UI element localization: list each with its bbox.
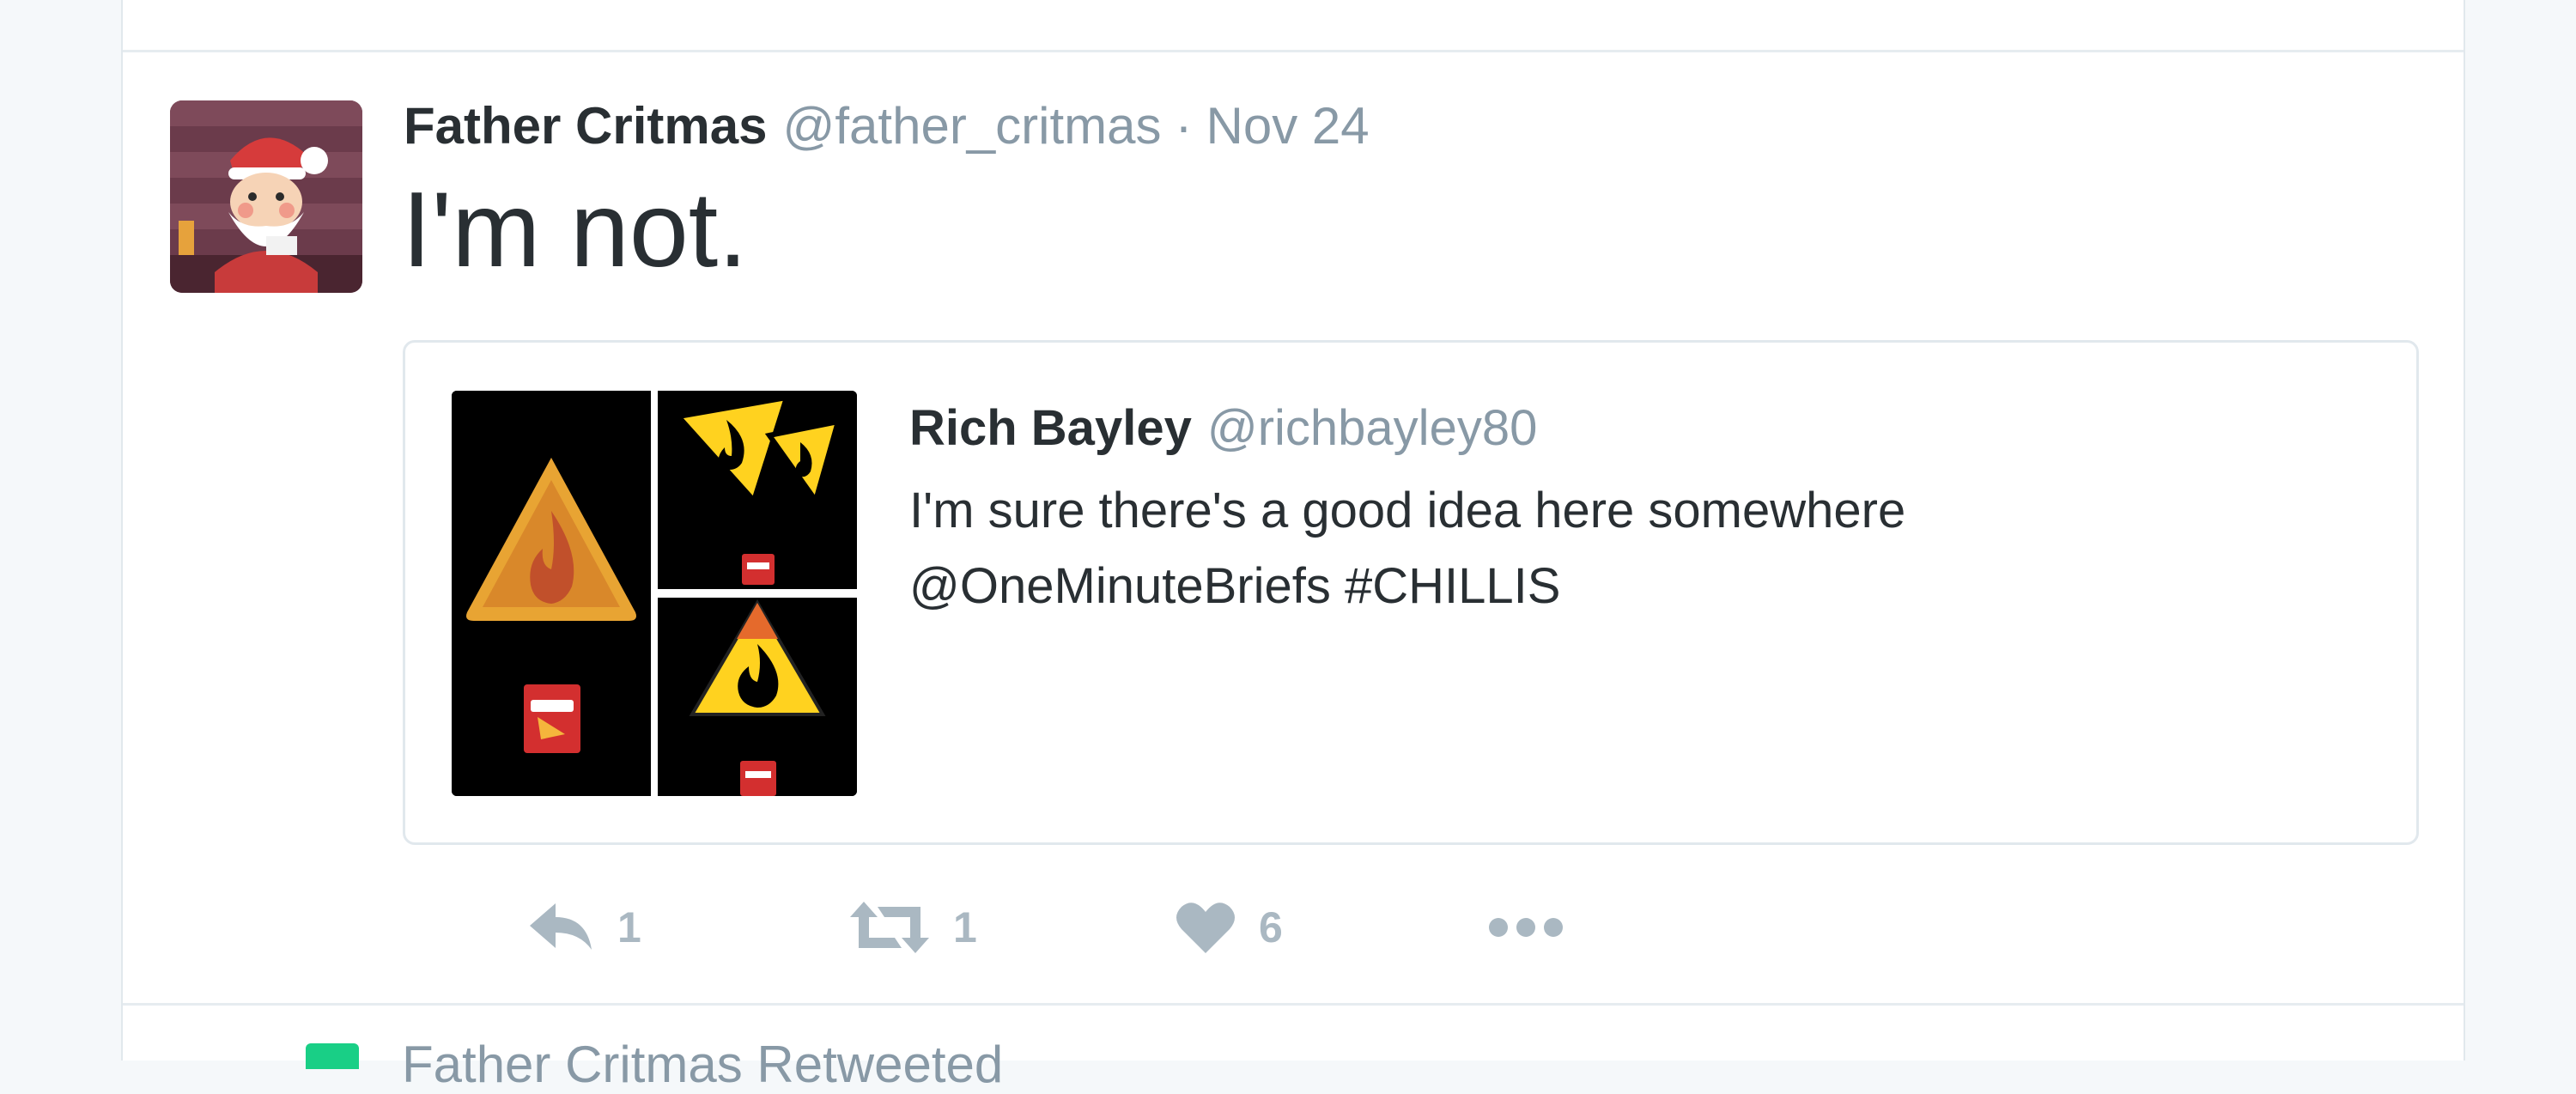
header-separator: ·	[1175, 97, 1193, 155]
quoted-tweet-card[interactable]: Rich Bayley @richbayley80 I'm sure there…	[403, 340, 2419, 845]
tweet-divider-top	[123, 50, 2464, 52]
quoted-author-username[interactable]: @richbayley80	[1207, 399, 1538, 457]
next-tweet-retweet-label[interactable]: Father Critmas Retweeted	[402, 1035, 1003, 1094]
santa-avatar[interactable]	[170, 100, 362, 293]
flame-warning-sign-image[interactable]	[658, 598, 857, 796]
quoted-tweet-text: I'm sure there's a good idea here somewh…	[909, 473, 2283, 624]
like-button[interactable]: 6	[1175, 884, 1283, 970]
santa-avatar-icon	[170, 100, 362, 293]
timeline-column: Father Critmas @father_critmas · Nov 24 …	[121, 0, 2465, 1093]
author-username[interactable]: @father_critmas	[782, 96, 1161, 155]
quoted-text-line-2[interactable]: @OneMinuteBriefs #CHILLIS	[909, 549, 2283, 624]
like-count: 6	[1259, 903, 1283, 951]
retweet-button[interactable]: 1	[848, 884, 977, 970]
quoted-author-fullname[interactable]: Rich Bayley	[909, 399, 1192, 457]
quoted-media-grid[interactable]	[452, 391, 857, 796]
quoted-tweet-header: Rich Bayley @richbayley80	[909, 399, 1537, 457]
retweeted-icon	[306, 1043, 359, 1069]
heart-icon	[1176, 903, 1235, 953]
more-button[interactable]	[1486, 884, 1565, 970]
retweet-count: 1	[953, 903, 977, 951]
reply-icon	[530, 903, 592, 950]
more-icon	[1489, 918, 1563, 937]
reply-count: 1	[617, 903, 641, 951]
retweet-icon	[850, 902, 929, 953]
tweet-divider-bottom	[123, 1003, 2464, 1006]
tweet-header: Father Critmas @father_critmas · Nov 24	[404, 96, 1370, 165]
tweet-text: I'm not.	[402, 171, 748, 289]
author-fullname[interactable]: Father Critmas	[404, 96, 767, 155]
quoted-text-line-1: I'm sure there's a good idea here somewh…	[909, 483, 1906, 538]
reply-button[interactable]: 1	[526, 884, 641, 970]
double-warning-sign-image[interactable]	[658, 391, 857, 589]
chip-warning-sign-image[interactable]	[452, 391, 651, 796]
tweet-timestamp[interactable]: Nov 24	[1206, 96, 1370, 155]
